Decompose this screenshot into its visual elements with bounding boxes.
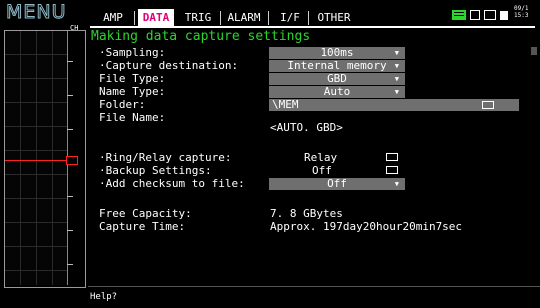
help-text: Help? bbox=[90, 292, 118, 302]
tab-data[interactable]: DATA bbox=[138, 9, 174, 26]
file-name-label: File Name: bbox=[99, 111, 166, 124]
file-name-value: <AUTO. GBD> bbox=[270, 121, 343, 134]
date-text: 09/1 bbox=[514, 5, 529, 12]
capture-time-label: Capture Time: bbox=[99, 220, 186, 233]
folder-icon[interactable] bbox=[482, 101, 494, 109]
capture-destination-select[interactable]: Internal memory ▼ bbox=[269, 60, 405, 72]
scroll-indicator-icon[interactable] bbox=[531, 47, 537, 55]
backup-settings-label: ·Backup Settings: bbox=[99, 164, 212, 177]
dropdown-arrow-icon: ▼ bbox=[394, 88, 399, 96]
sampling-value: 100ms bbox=[320, 46, 354, 59]
sampling-label: ·Sampling: bbox=[99, 46, 166, 59]
tab-separator bbox=[268, 11, 269, 25]
help-divider bbox=[88, 286, 540, 287]
tab-bar: AMP DATA TRIG ALARM I/F OTHER bbox=[90, 9, 450, 27]
tab-underline bbox=[90, 26, 535, 28]
scale-tick bbox=[67, 264, 73, 265]
clock-readout: 09/1 15:3 bbox=[514, 5, 528, 19]
backup-settings-edit-icon[interactable] bbox=[386, 166, 398, 174]
backup-settings-value: Off bbox=[312, 164, 332, 177]
sampling-select[interactable]: 100ms ▼ bbox=[269, 47, 405, 59]
capture-time-value: Approx. 197day20hour20min7sec bbox=[270, 220, 463, 233]
channel-marker-icon[interactable] bbox=[66, 156, 78, 165]
scale-tick bbox=[67, 230, 73, 231]
pc-link-icon bbox=[484, 10, 496, 20]
sidebar: MENU CH bbox=[0, 0, 88, 308]
battery-icon bbox=[452, 10, 466, 20]
free-capacity-label: Free Capacity: bbox=[99, 207, 192, 220]
ring-relay-edit-icon[interactable] bbox=[386, 153, 398, 161]
tab-amp[interactable]: AMP bbox=[94, 9, 132, 26]
folder-label: Folder: bbox=[99, 98, 146, 111]
folder-field[interactable]: \MEM bbox=[269, 99, 519, 111]
scale-tick bbox=[67, 95, 73, 96]
tab-trig[interactable]: TRIG bbox=[178, 9, 218, 26]
tab-separator bbox=[220, 11, 221, 25]
sd-card-icon bbox=[470, 10, 480, 20]
menu-title: MENU bbox=[6, 1, 67, 24]
ring-relay-value: Relay bbox=[304, 151, 338, 164]
trace-line bbox=[5, 160, 67, 161]
section-title: Making data capture settings bbox=[91, 29, 311, 44]
tab-separator bbox=[308, 11, 309, 25]
name-type-value: Auto bbox=[323, 85, 351, 98]
checksum-value: Off bbox=[327, 177, 347, 190]
waveform-grid bbox=[5, 31, 67, 285]
scale-tick bbox=[67, 129, 73, 130]
folder-value: \MEM bbox=[272, 98, 299, 111]
file-type-label: File Type: bbox=[99, 72, 166, 85]
capture-destination-value: Internal memory bbox=[287, 59, 387, 72]
tab-separator bbox=[134, 11, 135, 25]
free-capacity-value: 7. 8 GBytes bbox=[270, 207, 343, 220]
tab-if[interactable]: I/F bbox=[274, 9, 306, 26]
lock-icon bbox=[500, 11, 508, 20]
name-type-label: Name Type: bbox=[99, 85, 166, 98]
name-type-select[interactable]: Auto ▼ bbox=[269, 86, 405, 98]
time-text: 15:3 bbox=[514, 12, 529, 19]
dropdown-arrow-icon: ▼ bbox=[394, 75, 399, 83]
scale-tick bbox=[67, 61, 73, 62]
scale-tick bbox=[67, 196, 73, 197]
tab-alarm[interactable]: ALARM bbox=[222, 9, 266, 26]
tab-other[interactable]: OTHER bbox=[312, 9, 356, 26]
file-type-select[interactable]: GBD ▼ bbox=[269, 73, 405, 85]
checksum-label: ·Add checksum to file: bbox=[99, 177, 245, 190]
ring-relay-label: ·Ring/Relay capture: bbox=[99, 151, 232, 164]
file-type-value: GBD bbox=[327, 72, 347, 85]
capture-destination-label: ·Capture destination: bbox=[99, 59, 239, 72]
dropdown-arrow-icon: ▼ bbox=[394, 180, 399, 188]
dropdown-arrow-icon: ▼ bbox=[394, 62, 399, 70]
checksum-select[interactable]: Off ▼ bbox=[269, 178, 405, 190]
dropdown-arrow-icon: ▼ bbox=[394, 49, 399, 57]
